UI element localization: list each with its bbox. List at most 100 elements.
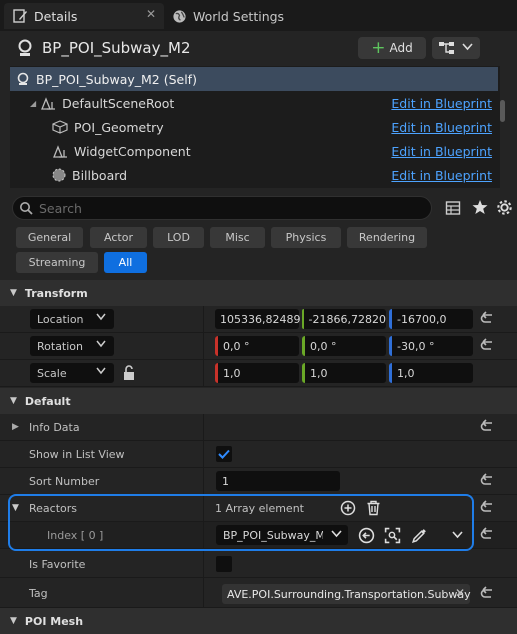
- show-in-list-view-checkbox[interactable]: [216, 446, 232, 462]
- tree-item-label: Billboard: [72, 167, 128, 183]
- edit-in-blueprint-link[interactable]: Edit in Blueprint: [391, 120, 492, 135]
- rotation-x-field[interactable]: 0,0 °: [215, 336, 299, 356]
- gear-icon[interactable]: [496, 199, 513, 216]
- edit-in-blueprint-link[interactable]: Edit in Blueprint: [391, 96, 492, 111]
- tab-world-settings[interactable]: World Settings: [168, 3, 308, 29]
- location-y-value: -21866,72820: [308, 312, 386, 326]
- location-z-field[interactable]: -16700,0: [389, 309, 473, 329]
- scale-mode-combo[interactable]: Scale: [30, 363, 114, 383]
- scene-component-icon: [40, 96, 56, 110]
- tree-item-self[interactable]: BP_POI_Subway_M2 (Self): [10, 67, 498, 91]
- close-icon[interactable]: ✕: [455, 586, 465, 600]
- location-label: Location: [37, 312, 84, 326]
- filter-general[interactable]: General: [16, 227, 83, 248]
- filter-physics[interactable]: Physics: [271, 227, 341, 248]
- search-icon: [19, 201, 33, 215]
- filter-actor[interactable]: Actor: [90, 227, 147, 248]
- section-label: Transform: [24, 286, 88, 300]
- rotation-z-field[interactable]: -30,0 °: [389, 336, 473, 356]
- property-row-show-in-list-view: Show in List View: [0, 441, 517, 468]
- tree-item-poi-geometry[interactable]: POI_Geometry Edit in Blueprint: [10, 115, 498, 139]
- column-divider: [203, 333, 204, 359]
- tree-item-default-scene-root[interactable]: ◢ DefaultSceneRoot Edit in Blueprint: [10, 91, 498, 115]
- is-favorite-label: Is Favorite: [29, 558, 86, 571]
- globe-icon: [172, 9, 187, 24]
- filter-all[interactable]: All: [104, 252, 147, 273]
- property-row-rotation: Rotation 0,0 ° 0,0 ° -30,0 °: [0, 333, 517, 360]
- tree-item-label: DefaultSceneRoot: [62, 95, 175, 111]
- section-label: POI Mesh: [24, 614, 84, 628]
- chevron-down-icon: [96, 313, 106, 321]
- tab-world-settings-label: World Settings: [193, 8, 285, 24]
- location-x-field[interactable]: 105336,82489: [215, 309, 300, 329]
- location-y-field[interactable]: -21866,72820: [302, 309, 386, 329]
- rotation-y-field[interactable]: 0,0 °: [302, 336, 386, 356]
- scale-y-field[interactable]: 1,0: [302, 363, 386, 383]
- actor-icon: [16, 38, 34, 58]
- column-divider: [203, 306, 204, 332]
- rotation-x-value: 0,0 °: [223, 339, 250, 353]
- is-favorite-checkbox[interactable]: [216, 556, 232, 572]
- section-default[interactable]: ▼ Default: [0, 388, 517, 414]
- star-icon[interactable]: [472, 199, 488, 215]
- tab-details[interactable]: Details ✕: [4, 3, 164, 29]
- plus-icon: +: [371, 37, 386, 58]
- tree-item-billboard[interactable]: Billboard Edit in Blueprint: [10, 163, 498, 187]
- reset-icon[interactable]: [480, 526, 496, 542]
- x-axis-indicator: [215, 363, 218, 383]
- page-title: BP_POI_Subway_M2: [42, 39, 191, 57]
- section-transform[interactable]: ▼ Transform: [0, 280, 517, 306]
- edit-in-blueprint-link[interactable]: Edit in Blueprint: [391, 168, 492, 183]
- column-divider: [203, 360, 204, 386]
- chevron-down-icon: [96, 340, 106, 348]
- location-mode-combo[interactable]: Location: [30, 309, 114, 329]
- tag-chip[interactable]: AVE.POI.Surrounding.Transportation.Subwa…: [222, 584, 471, 604]
- property-row-location: Location 105336,82489 -21866,72820 -1670…: [0, 306, 517, 333]
- tab-details-label: Details: [34, 8, 78, 24]
- collapse-arrow-icon[interactable]: ◢: [30, 99, 36, 108]
- section-poi-mesh[interactable]: ▼ POI Mesh: [0, 608, 517, 634]
- add-button[interactable]: + Add: [358, 37, 426, 59]
- scale-x-value: 1,0: [223, 366, 241, 380]
- location-z-value: -16700,0: [397, 312, 447, 326]
- actor-icon: [16, 72, 30, 86]
- reset-icon[interactable]: [480, 310, 496, 326]
- reset-icon[interactable]: [480, 418, 496, 434]
- scale-z-value: 1,0: [397, 366, 415, 380]
- reset-icon[interactable]: [480, 585, 496, 601]
- scale-x-field[interactable]: 1,0: [215, 363, 299, 383]
- filter-lod[interactable]: LOD: [153, 227, 204, 248]
- focus-highlight: [8, 494, 474, 551]
- filter-rendering[interactable]: Rendering: [347, 227, 427, 248]
- reset-icon[interactable]: [480, 472, 496, 488]
- chevron-down-icon: [462, 43, 473, 51]
- filter-streaming[interactable]: Streaming: [16, 252, 98, 273]
- reset-icon[interactable]: [480, 337, 496, 353]
- search-input[interactable]: Search: [12, 196, 432, 220]
- column-divider: [203, 468, 204, 494]
- expand-arrow-icon[interactable]: ▶: [12, 422, 19, 432]
- tree-item-label: WidgetComponent: [74, 143, 191, 159]
- info-data-label: Info Data: [29, 421, 80, 434]
- close-icon[interactable]: ✕: [146, 7, 156, 21]
- tree-scrollbar[interactable]: [500, 100, 505, 122]
- hierarchy-icon: [438, 41, 456, 55]
- scale-z-field[interactable]: 1,0: [389, 363, 473, 383]
- tab-bar: Details ✕ World Settings: [0, 0, 517, 31]
- y-axis-indicator: [302, 363, 305, 383]
- reset-icon[interactable]: [480, 499, 496, 515]
- scale-y-value: 1,0: [310, 366, 328, 380]
- collapse-arrow-icon: ▼: [10, 396, 17, 406]
- edit-in-blueprint-link[interactable]: Edit in Blueprint: [391, 144, 492, 159]
- z-axis-indicator: [389, 309, 392, 329]
- widget-component-icon: [52, 144, 68, 158]
- rotation-mode-combo[interactable]: Rotation: [30, 336, 114, 356]
- tree-item-widget-component[interactable]: WidgetComponent Edit in Blueprint: [10, 139, 498, 163]
- sort-number-label: Sort Number: [29, 475, 100, 488]
- filter-misc[interactable]: Misc: [210, 227, 265, 248]
- sort-number-input[interactable]: 1: [216, 471, 340, 491]
- blueprint-options-button[interactable]: [432, 37, 480, 59]
- table-view-icon[interactable]: [445, 200, 461, 216]
- unlock-icon[interactable]: [122, 365, 136, 381]
- rotation-z-value: -30,0 °: [397, 339, 435, 353]
